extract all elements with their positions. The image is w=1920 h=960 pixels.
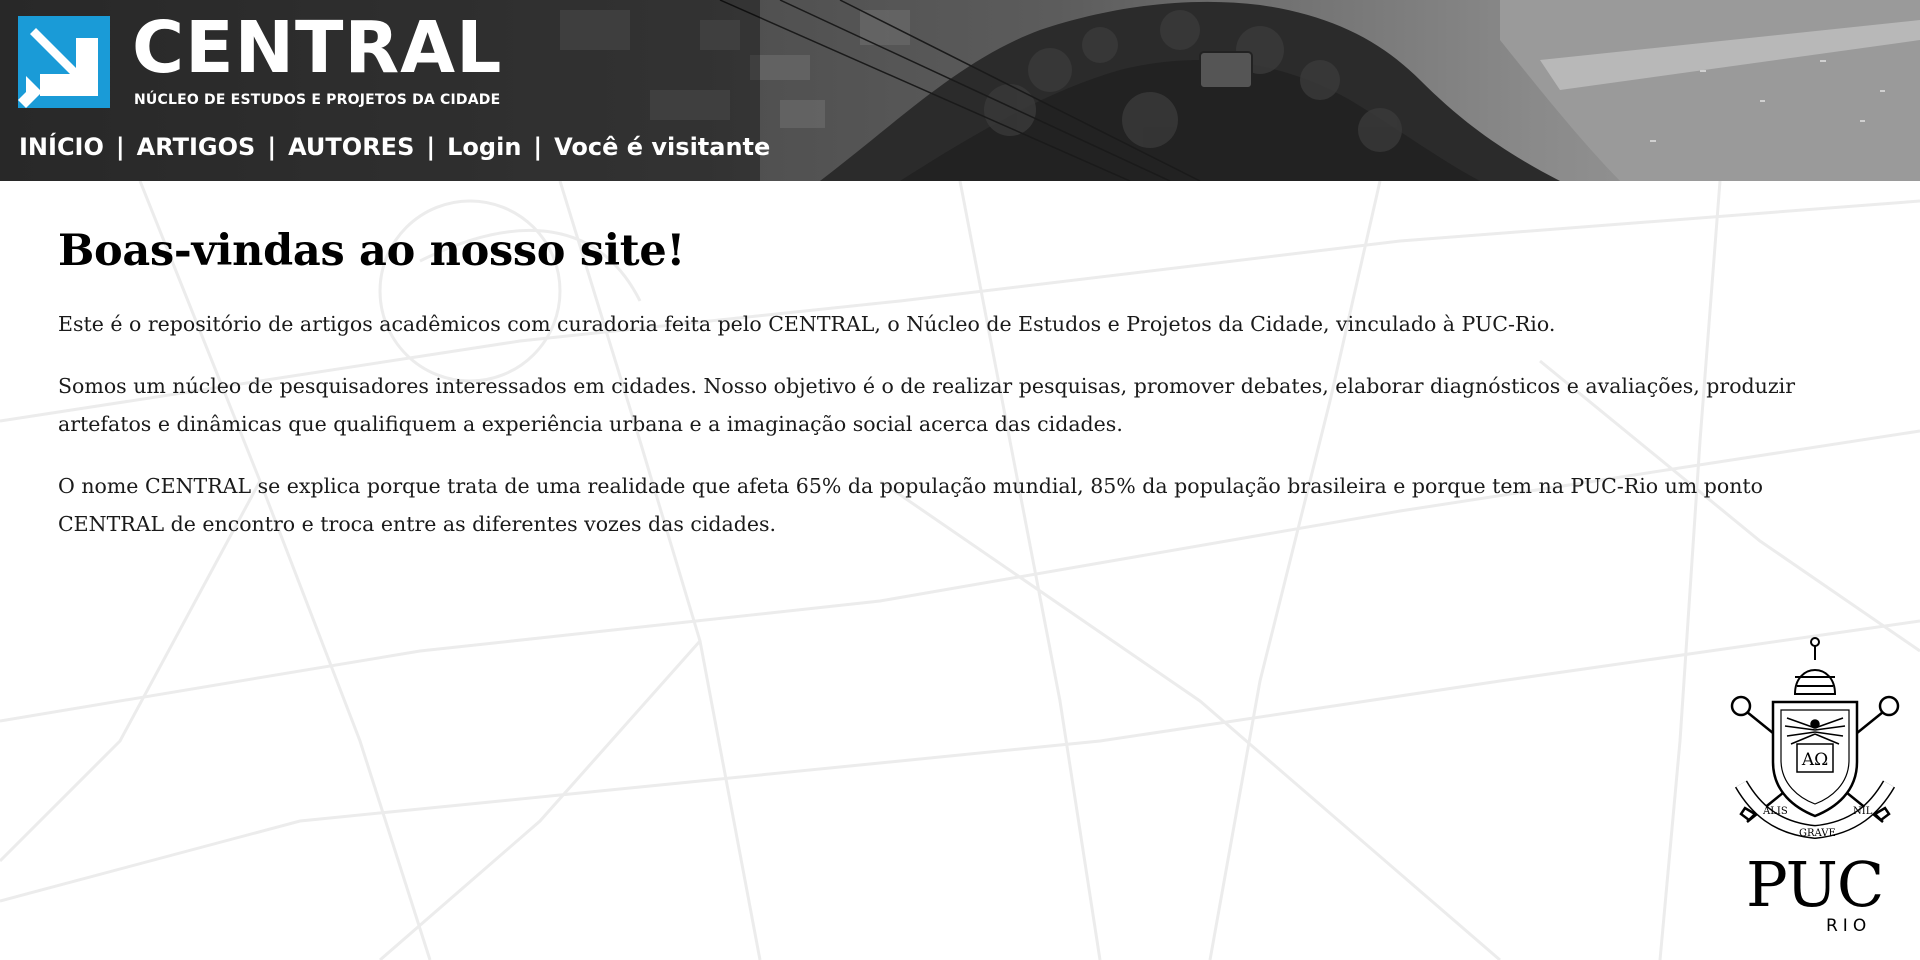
nav-item-login[interactable]: Login bbox=[447, 130, 521, 164]
seal-motto-2: GRAVE bbox=[1799, 828, 1836, 839]
nav-separator: | bbox=[267, 133, 277, 161]
rio-logo-text: RIO bbox=[1826, 916, 1872, 936]
seal-motto-3: NIL bbox=[1853, 806, 1873, 817]
intro-paragraph: Este é o repositório de artigos acadêmic… bbox=[58, 312, 1556, 336]
about-paragraph: Somos um núcleo de pesquisadores interes… bbox=[58, 374, 1796, 436]
nav-item-autores[interactable]: AUTORES bbox=[288, 130, 414, 164]
nav-separator: | bbox=[115, 133, 125, 161]
central-logo-icon[interactable] bbox=[18, 16, 110, 108]
seal-motto-1: ALIS bbox=[1762, 806, 1788, 817]
header-banner: CENTRAL NÚCLEO DE ESTUDOS E PROJETOS DA … bbox=[0, 0, 1920, 181]
puc-rio-seal-icon[interactable]: ΑΩ ALIS GRAVE NIL bbox=[1725, 632, 1905, 847]
brand-name[interactable]: CENTRAL bbox=[132, 8, 502, 88]
main-nav: INÍCIO | ARTIGOS | AUTORES | Login | Voc… bbox=[19, 130, 770, 164]
nav-separator: | bbox=[426, 133, 436, 161]
seal-letters: ΑΩ bbox=[1801, 750, 1828, 770]
nav-item-artigos[interactable]: ARTIGOS bbox=[137, 130, 256, 164]
main-content: Boas-vindas ao nosso site! Este é o repo… bbox=[58, 221, 1818, 567]
name-paragraph: O nome CENTRAL se explica porque trata d… bbox=[58, 474, 1764, 536]
nav-item-inicio[interactable]: INÍCIO bbox=[19, 130, 104, 164]
puc-logo-text[interactable]: PUC bbox=[1746, 852, 1884, 918]
brand-subtitle: NÚCLEO DE ESTUDOS E PROJETOS DA CIDADE bbox=[134, 92, 501, 108]
nav-visitor-status: Você é visitante bbox=[554, 133, 771, 161]
page-title: Boas-vindas ao nosso site! bbox=[58, 226, 685, 276]
nav-separator: | bbox=[533, 133, 543, 161]
